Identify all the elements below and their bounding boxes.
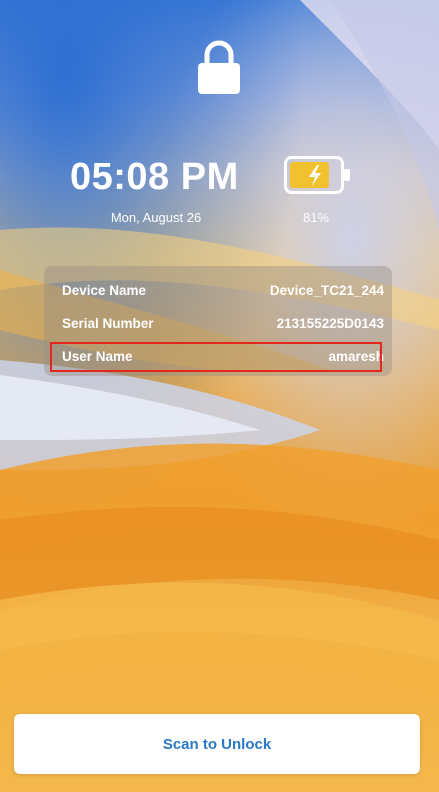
clock-time: 05:08 PM bbox=[70, 156, 239, 198]
lock-screen: 05:08 PM Mon, August 26 81% Device Name … bbox=[0, 0, 439, 792]
battery-charging-icon bbox=[284, 156, 350, 194]
user-name-highlight-box bbox=[50, 342, 382, 372]
device-name-row: Device Name Device_TC21_244 bbox=[44, 275, 392, 307]
serial-number-row: Serial Number 213155225D0143 bbox=[44, 308, 392, 340]
device-name-label: Device Name bbox=[62, 283, 147, 298]
serial-number-label: Serial Number bbox=[62, 316, 154, 331]
scan-to-unlock-button[interactable]: Scan to Unlock bbox=[14, 714, 420, 774]
lock-icon bbox=[198, 40, 240, 94]
battery-percent: 81% bbox=[302, 210, 330, 225]
clock-date: Mon, August 26 bbox=[110, 210, 202, 225]
device-name-value: Device_TC21_244 bbox=[269, 283, 384, 298]
serial-number-value: 213155225D0143 bbox=[276, 316, 384, 331]
wallpaper bbox=[0, 0, 439, 792]
